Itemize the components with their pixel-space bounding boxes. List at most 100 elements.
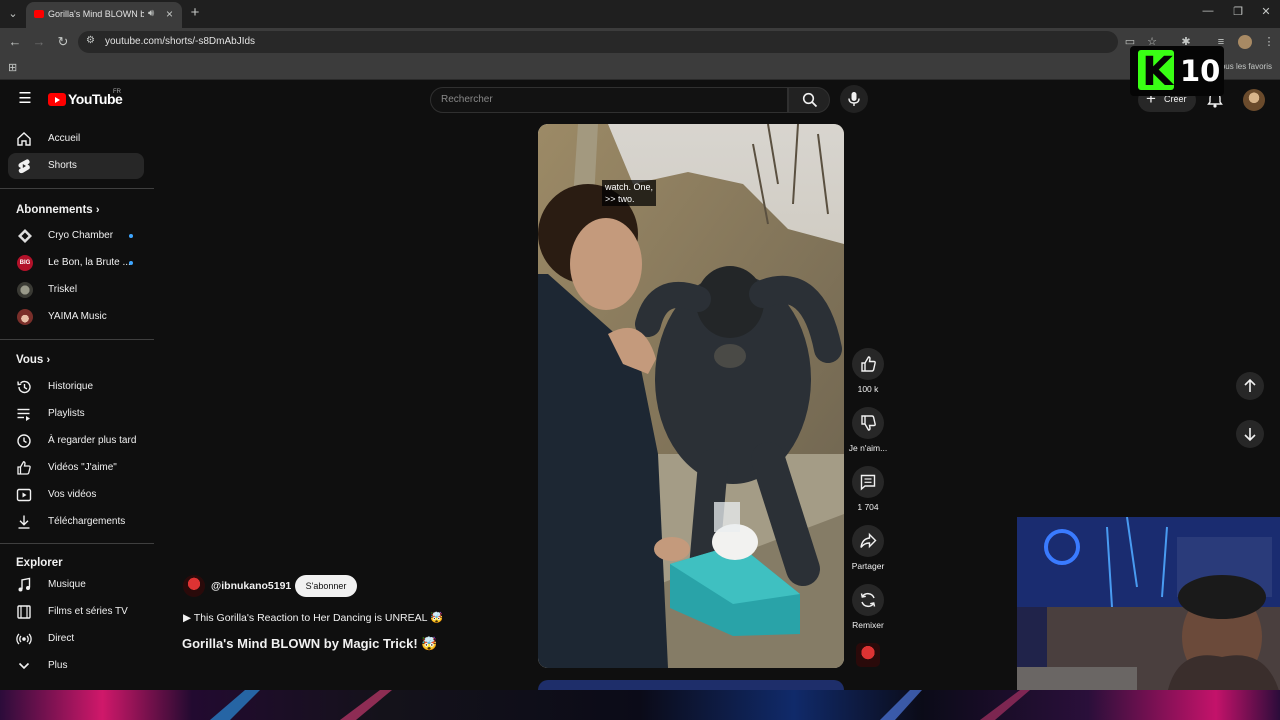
search-input[interactable]: Rechercher: [430, 87, 788, 113]
sidebar-item-playlists[interactable]: Playlists: [8, 401, 144, 427]
arrow-down-icon: [1244, 428, 1256, 442]
sidebar-item-music[interactable]: Musique: [8, 572, 144, 598]
sidebar-item-cryo-chamber[interactable]: Cryo Chamber: [8, 223, 144, 249]
sidebar-item-label: Films et séries TV: [48, 606, 128, 617]
dislike-button[interactable]: [852, 407, 884, 439]
search-button[interactable]: [788, 87, 830, 113]
playlists-icon: [17, 408, 30, 421]
account-avatar[interactable]: [1243, 89, 1265, 111]
browser-menu-icon[interactable]: ⋮: [1261, 34, 1277, 50]
sidebar-item-home[interactable]: Accueil: [8, 126, 144, 152]
new-content-dot: [129, 261, 133, 265]
sidebar-item-label: Triskel: [48, 284, 78, 295]
sidebar-item-live[interactable]: Direct: [8, 626, 144, 652]
new-tab-button[interactable]: +: [188, 4, 202, 21]
youtube-logo-icon[interactable]: [48, 93, 66, 106]
channel-avatar[interactable]: [183, 575, 205, 597]
sidebar-item-label: Musique: [48, 579, 86, 590]
address-bar[interactable]: ⚙︎ youtube.com/shorts/-s8DmAbJIds: [78, 31, 1118, 53]
sound-thumbnail[interactable]: [856, 643, 880, 667]
sidebar-item-label: Plus: [48, 660, 68, 671]
sidebar-item-le-bon-la-brute[interactable]: BIG Le Bon, la Brute ...: [8, 250, 144, 276]
home-icon: [17, 132, 31, 146]
sidebar-item-label: À regarder plus tard: [48, 435, 137, 446]
sidebar-item-triskel[interactable]: Triskel: [8, 277, 144, 303]
sidebar-item-downloads[interactable]: Téléchargements: [8, 509, 144, 535]
dislike-label: Je n'aim...: [848, 443, 888, 453]
close-tab-icon[interactable]: ×: [166, 7, 178, 21]
forward-arrow-icon[interactable]: →: [31, 34, 47, 50]
tab-search-button[interactable]: ⌄: [4, 5, 22, 23]
music-icon: [18, 577, 31, 592]
you-heading[interactable]: Vous ›: [16, 354, 50, 366]
comments-button[interactable]: [852, 466, 884, 498]
sidebar-item-yaima-music[interactable]: YAIMA Music: [8, 304, 144, 330]
short-video-player[interactable]: [538, 124, 844, 668]
reload-icon[interactable]: ↻: [55, 34, 71, 50]
sidebar-item-label: Vos vidéos: [48, 489, 97, 500]
dislike-action: Je n'aim...: [848, 407, 888, 453]
subscribe-button[interactable]: S'abonner: [295, 575, 357, 597]
minimize-button[interactable]: —: [1198, 5, 1218, 21]
tab-title: Gorilla's Mind BLOWN by Magic Trick! 🤯: [48, 9, 144, 19]
sidebar-item-your-videos[interactable]: Vos vidéos: [8, 482, 144, 508]
video-frame-image: [538, 124, 844, 668]
url-text[interactable]: youtube.com/shorts/-s8DmAbJIds: [105, 36, 255, 47]
maximize-button[interactable]: ❐: [1228, 5, 1248, 21]
site-info-icon[interactable]: ⚙︎: [86, 35, 100, 46]
microphone-icon: [848, 92, 860, 106]
like-button[interactable]: [852, 348, 884, 380]
browser-tab-active[interactable]: Gorilla's Mind BLOWN by Magic Trick! 🤯 🔊…: [26, 2, 182, 28]
back-arrow-icon[interactable]: ←: [7, 34, 23, 50]
remix-icon: [860, 592, 876, 608]
share-button[interactable]: [852, 525, 884, 557]
stream-bottom-banner: [0, 690, 1280, 720]
voice-search-button[interactable]: [840, 85, 868, 113]
hamburger-menu-icon[interactable]: ☰: [16, 90, 34, 108]
triskel-avatar: [17, 282, 33, 298]
sidebar-item-label: Shorts: [48, 160, 77, 171]
share-icon: [860, 532, 877, 549]
stream-logo-badge: K 10: [1130, 46, 1224, 96]
channel-name[interactable]: @ibnukano5191: [211, 580, 291, 592]
shorts-icon: [18, 159, 30, 174]
country-code: FR: [113, 89, 121, 95]
share-label: Partager: [851, 561, 885, 571]
playlist-link[interactable]: ▶ This Gorilla's Reaction to Her Dancing…: [183, 611, 443, 624]
history-icon: [17, 380, 31, 394]
subscriptions-heading[interactable]: Abonnements ›: [16, 204, 100, 216]
sidebar-item-label: Cryo Chamber: [48, 230, 114, 241]
live-icon: [16, 633, 32, 645]
sidebar-item-label: Direct: [48, 633, 75, 644]
sidebar-divider: [0, 339, 154, 340]
watch-later-icon: [17, 434, 31, 448]
speaker-icon[interactable]: 🔊︎: [148, 8, 160, 19]
sidebar-item-label: Le Bon, la Brute ...: [48, 257, 131, 268]
webcam-image: [1017, 517, 1280, 694]
yaima-music-avatar: [17, 309, 33, 325]
thumbs-down-icon: [861, 415, 876, 431]
sidebar-item-movies[interactable]: Films et séries TV: [8, 599, 144, 625]
all-bookmarks-link[interactable]: Tous les favoris: [1217, 62, 1272, 71]
liked-icon: [17, 461, 31, 475]
browser-toolbar: ← → ↻ ⚙︎ youtube.com/shorts/-s8DmAbJIds …: [0, 28, 1280, 56]
remix-action: Remixer: [848, 584, 888, 630]
sidebar-item-liked-videos[interactable]: Vidéos "J'aime": [8, 455, 144, 481]
profile-avatar-icon[interactable]: [1237, 34, 1253, 50]
downloads-icon: [18, 515, 30, 529]
sidebar-item-watch-later[interactable]: À regarder plus tard: [8, 428, 144, 454]
apps-grid-icon[interactable]: ⊞: [8, 61, 20, 74]
remix-button[interactable]: [852, 584, 884, 616]
sidebar-item-more[interactable]: Plus: [8, 653, 144, 679]
search-placeholder: Rechercher: [441, 94, 493, 105]
new-content-dot: [129, 234, 133, 238]
webcam-overlay: [1017, 517, 1280, 694]
window-close-button[interactable]: ✕: [1256, 5, 1276, 21]
cryo-chamber-avatar: [17, 228, 33, 244]
next-short-button[interactable]: [1236, 420, 1264, 448]
previous-short-button[interactable]: [1236, 372, 1264, 400]
sidebar-item-shorts[interactable]: Shorts: [8, 153, 144, 179]
sidebar-item-label: Téléchargements: [48, 516, 126, 527]
sidebar-item-history[interactable]: Historique: [8, 374, 144, 400]
bookmarks-bar: ⊞ Tous les favoris: [0, 56, 1280, 80]
